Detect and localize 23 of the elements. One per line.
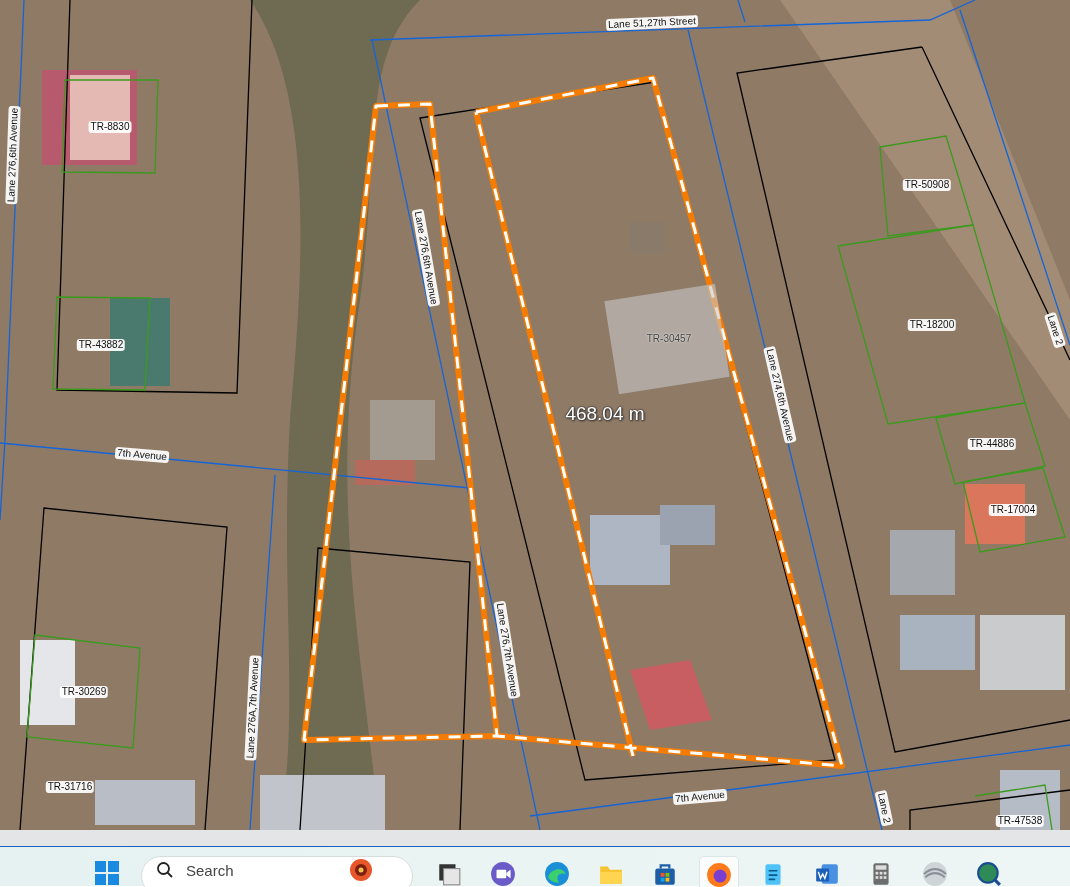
parcel-label: TR-30269 xyxy=(59,686,109,698)
taskbar-app-button[interactable] xyxy=(699,856,739,887)
search-icon xyxy=(156,861,174,879)
parcel-label: TR-47538 xyxy=(995,815,1045,827)
parcel-label: TR-44886 xyxy=(967,438,1017,450)
parcel-label: TR-50908 xyxy=(902,179,952,191)
wave-circle-icon xyxy=(544,861,570,887)
search-bar[interactable]: Search xyxy=(141,856,413,887)
flower-icon xyxy=(348,857,374,883)
parcel-label: TR-31716 xyxy=(45,781,95,793)
measurement-label: 468.04 m xyxy=(565,403,645,425)
search-input[interactable]: Search xyxy=(184,860,338,880)
parcel-label: TR-43882 xyxy=(76,339,126,351)
shopping-bag-icon xyxy=(652,861,678,887)
stacked-windows-icon xyxy=(436,861,462,887)
start-button[interactable] xyxy=(95,861,119,885)
video-camera-icon xyxy=(490,861,516,887)
parcel-label: TR-17004 xyxy=(988,504,1038,516)
browser-icon xyxy=(706,862,732,887)
magnifier-globe-icon xyxy=(976,861,1002,887)
parcel-label: TR-30457 xyxy=(645,333,693,345)
parcel-label: TR-8830 xyxy=(88,121,132,133)
parcel-label: TR-18200 xyxy=(907,319,957,331)
